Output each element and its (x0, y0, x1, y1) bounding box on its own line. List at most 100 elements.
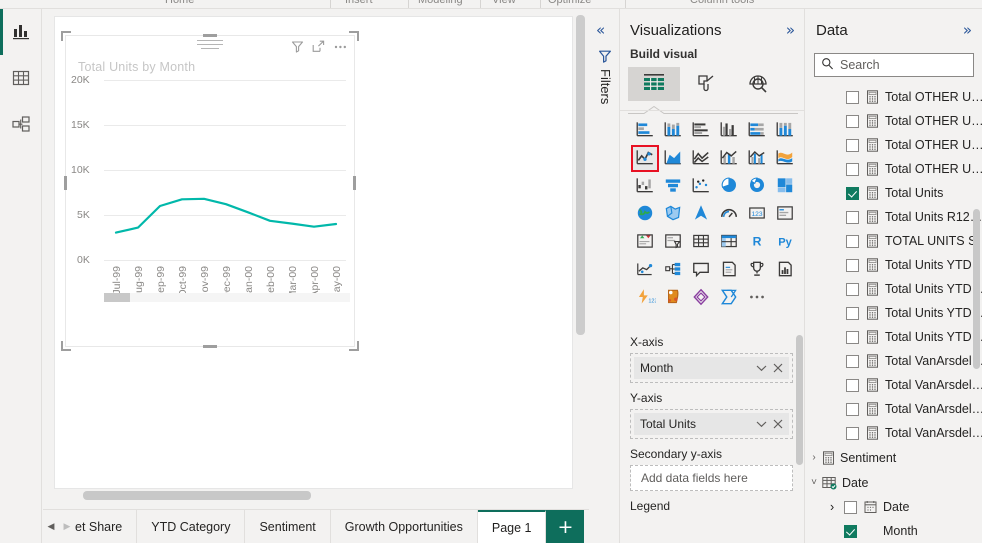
field-checkbox[interactable] (846, 114, 859, 128)
resize-handle-top[interactable] (203, 34, 217, 37)
visual-type-100-percent-stacked-column-chart[interactable] (771, 117, 799, 144)
data-field-row[interactable]: Total VanArsdel… (806, 397, 982, 421)
visual-type-filled-map[interactable] (659, 201, 687, 228)
add-page-button[interactable]: + (546, 510, 585, 543)
tab-format-visual[interactable] (680, 67, 732, 101)
visual-type-more-visuals[interactable] (743, 285, 771, 312)
data-field-row[interactable]: Total Units YTD… (806, 301, 982, 325)
resize-handle-left[interactable] (64, 176, 67, 190)
well-secondary-y-axis[interactable]: Add data fields here (630, 465, 793, 491)
data-field-row[interactable]: Total OTHER U… (806, 157, 982, 181)
field-checkbox[interactable] (846, 258, 859, 272)
visual-type-line-and-clustered-column-chart[interactable] (743, 145, 771, 172)
filter-icon[interactable] (291, 40, 304, 53)
visual-type-stacked-area-chart[interactable] (687, 145, 715, 172)
data-field-row[interactable]: Total Units (806, 181, 982, 205)
tab-analytics[interactable] (732, 67, 784, 101)
data-field-row[interactable]: Total OTHER U… (806, 85, 982, 109)
data-field-row[interactable]: Total Units YTD… (806, 325, 982, 349)
chevron-down-icon[interactable] (756, 364, 767, 372)
visual-type-key-influencers[interactable] (631, 257, 659, 284)
field-checkbox[interactable] (846, 330, 859, 344)
ribbon-tab-insert[interactable]: Insert (345, 0, 373, 6)
page-tab[interactable]: et Share (75, 510, 138, 543)
filter-funnel-icon[interactable] (598, 49, 612, 66)
field-checkbox[interactable] (846, 378, 859, 392)
remove-field-icon[interactable] (773, 363, 783, 373)
next-page-arrow-icon[interactable]: ▶ (59, 510, 75, 543)
resize-handle-top-left[interactable] (61, 31, 72, 42)
data-field-row[interactable]: Total Units R12… (806, 205, 982, 229)
field-checkbox[interactable] (846, 402, 859, 416)
visual-type-azure-map[interactable] (687, 201, 715, 228)
page-tab[interactable]: Sentiment (245, 510, 331, 543)
visual-type-map[interactable] (631, 201, 659, 228)
line-chart-visual[interactable]: Total Units by Month 20K 15K 10K 5K 0K J… (61, 31, 359, 351)
resize-handle-right[interactable] (353, 176, 356, 190)
resize-handle-bottom-left[interactable] (61, 340, 72, 351)
visual-type-multi-row-card[interactable] (771, 201, 799, 228)
resize-handle-bottom[interactable] (203, 345, 217, 348)
chevron-down-icon[interactable]: ˅ (806, 477, 822, 488)
data-field-row[interactable]: Total VanArsdel… (806, 373, 982, 397)
data-field-list[interactable]: Total OTHER U… Total OTHER U… Total OTHE… (806, 85, 982, 543)
data-field-row[interactable]: Total Units YTD (806, 253, 982, 277)
field-checkbox[interactable] (846, 354, 859, 368)
page-tab[interactable]: YTD Category (137, 510, 246, 543)
data-field-row[interactable]: Total VanArsdel… (806, 421, 982, 445)
data-field-row[interactable]: TOTAL UNITS S… (806, 229, 982, 253)
expand-visualizations-chevron-icon[interactable]: » (786, 21, 795, 39)
field-checkbox[interactable] (846, 306, 859, 320)
visual-type-narrative[interactable] (715, 257, 743, 284)
visual-type-paginated-report[interactable] (771, 257, 799, 284)
sidebar-item-table-view[interactable] (0, 55, 42, 101)
sidebar-item-report-view[interactable] (0, 9, 42, 55)
field-chip-total-units[interactable]: Total Units (634, 413, 789, 435)
data-pane-scrollbar[interactable] (973, 209, 980, 369)
chevron-down-icon[interactable] (756, 420, 767, 428)
chart-horizontal-scrollbar[interactable] (104, 293, 350, 302)
canvas-horizontal-scrollbar[interactable] (83, 491, 311, 500)
page-tab[interactable]: Growth Opportunities (331, 510, 478, 543)
visual-type-powerapps-visual[interactable] (687, 285, 715, 312)
visual-type-card[interactable]: 123 (743, 201, 771, 228)
visual-type-kpi[interactable] (631, 229, 659, 256)
visual-type-gallery[interactable]: 123 R Py 123 (631, 117, 797, 312)
ribbon-tab-home[interactable]: Home (165, 0, 194, 6)
visual-type-treemap[interactable] (771, 173, 799, 200)
data-field-row[interactable]: Total VanArsdel… (806, 349, 982, 373)
visual-type-line-and-stacked-column-chart[interactable] (715, 145, 743, 172)
visual-type-stacked-column-chart[interactable] (659, 117, 687, 144)
field-wells-scrollbar[interactable] (796, 335, 803, 465)
data-field-row[interactable]: Total OTHER U… (806, 133, 982, 157)
filters-pane-label[interactable]: Filters (598, 69, 613, 104)
sidebar-item-model-view[interactable] (0, 101, 42, 147)
visual-type-stacked-bar-chart[interactable] (631, 117, 659, 144)
visual-type-slicer[interactable] (659, 229, 687, 256)
visual-type-table[interactable] (687, 229, 715, 256)
visual-type-ribbon-chart[interactable] (771, 145, 799, 172)
field-checkbox[interactable] (846, 282, 859, 296)
report-canvas-area[interactable]: Total Units by Month 20K 15K 10K 5K 0K J… (43, 9, 588, 506)
visual-type-qa-visual[interactable] (687, 257, 715, 284)
visual-type-waterfall-chart[interactable] (631, 173, 659, 200)
more-options-icon[interactable] (333, 40, 348, 53)
chart-scroll-thumb[interactable] (104, 293, 130, 302)
expand-data-chevron-icon[interactable]: » (963, 21, 972, 39)
ribbon-tab-column-tools[interactable]: Column tools (690, 0, 754, 6)
field-checkbox[interactable] (846, 162, 859, 176)
search-input[interactable]: Search (814, 53, 974, 77)
ribbon-tab-optimize[interactable]: Optimize (548, 0, 591, 6)
visual-type-arcgis-maps[interactable] (659, 285, 687, 312)
visual-type-r-script-visual[interactable]: R (743, 229, 771, 256)
visual-type-python-visual[interactable]: Py (771, 229, 799, 256)
data-table-row-date[interactable]: ˅ Date (806, 470, 982, 495)
filters-pane-collapsed[interactable]: « Filters (589, 9, 620, 543)
visual-type-donut-chart[interactable] (743, 173, 771, 200)
prev-page-arrow-icon[interactable]: ◀ (43, 510, 59, 543)
well-y-axis[interactable]: Total Units (630, 409, 793, 439)
field-checkbox[interactable] (846, 90, 859, 104)
data-table-row-sentiment[interactable]: › Sentiment (806, 445, 982, 470)
expand-filters-chevron-icon[interactable]: « (596, 21, 605, 39)
field-chip-month[interactable]: Month (634, 357, 789, 379)
